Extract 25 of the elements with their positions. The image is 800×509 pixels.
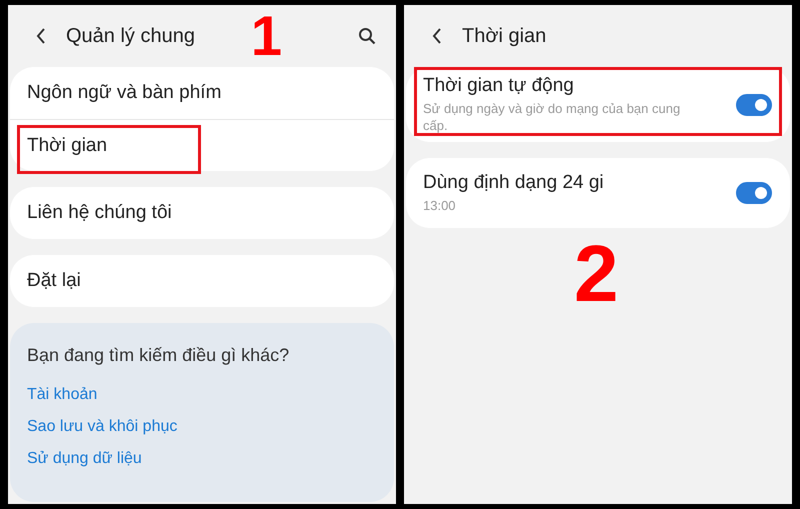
item-label: Đặt lại xyxy=(27,270,82,292)
settings-item[interactable]: Thời gian tự động Sử dụng ngày và giờ do mạng của bạn cung cấp. xyxy=(406,67,790,142)
step-number: 1 xyxy=(250,8,282,64)
suggestion-heading: Bạn đang tìm kiếm điều gì khác? xyxy=(27,345,290,366)
item-label: Liên hệ chúng tôi xyxy=(27,202,173,224)
suggestion-link[interactable]: Sử dụng dữ liệu xyxy=(27,450,377,468)
item-subtitle: Sử dụng ngày và giờ do mạng của bạn cung cấp. xyxy=(423,100,682,134)
settings-item[interactable]: Liên hệ chúng tôi xyxy=(10,187,394,239)
item-label: Thời gian tự động xyxy=(423,75,575,97)
settings-item[interactable]: Đặt lại xyxy=(10,255,394,307)
item-label: Ngôn ngữ và bàn phím xyxy=(27,82,222,104)
toggle-switch[interactable] xyxy=(736,182,772,204)
item-label: Thời gian xyxy=(27,134,108,156)
step-number: 2 xyxy=(574,234,618,314)
item-subtitle: 13:00 xyxy=(423,197,457,214)
screen-title: Thời gian xyxy=(462,24,548,48)
suggestion-link[interactable]: Sao lưu và khôi phục xyxy=(27,418,377,436)
settings-item[interactable]: Dùng định dạng 24 gi 13:00 xyxy=(406,158,790,228)
suggestion-link[interactable]: Tài khoản xyxy=(27,386,377,404)
search-icon[interactable] xyxy=(356,25,378,47)
item-label: Dùng định dạng 24 gi xyxy=(423,172,605,194)
screen-title: Quản lý chung xyxy=(66,24,196,48)
settings-item[interactable]: Thời gian xyxy=(10,119,394,171)
settings-item[interactable]: Ngôn ngữ và bàn phím xyxy=(10,67,394,119)
toggle-switch[interactable] xyxy=(736,94,772,116)
